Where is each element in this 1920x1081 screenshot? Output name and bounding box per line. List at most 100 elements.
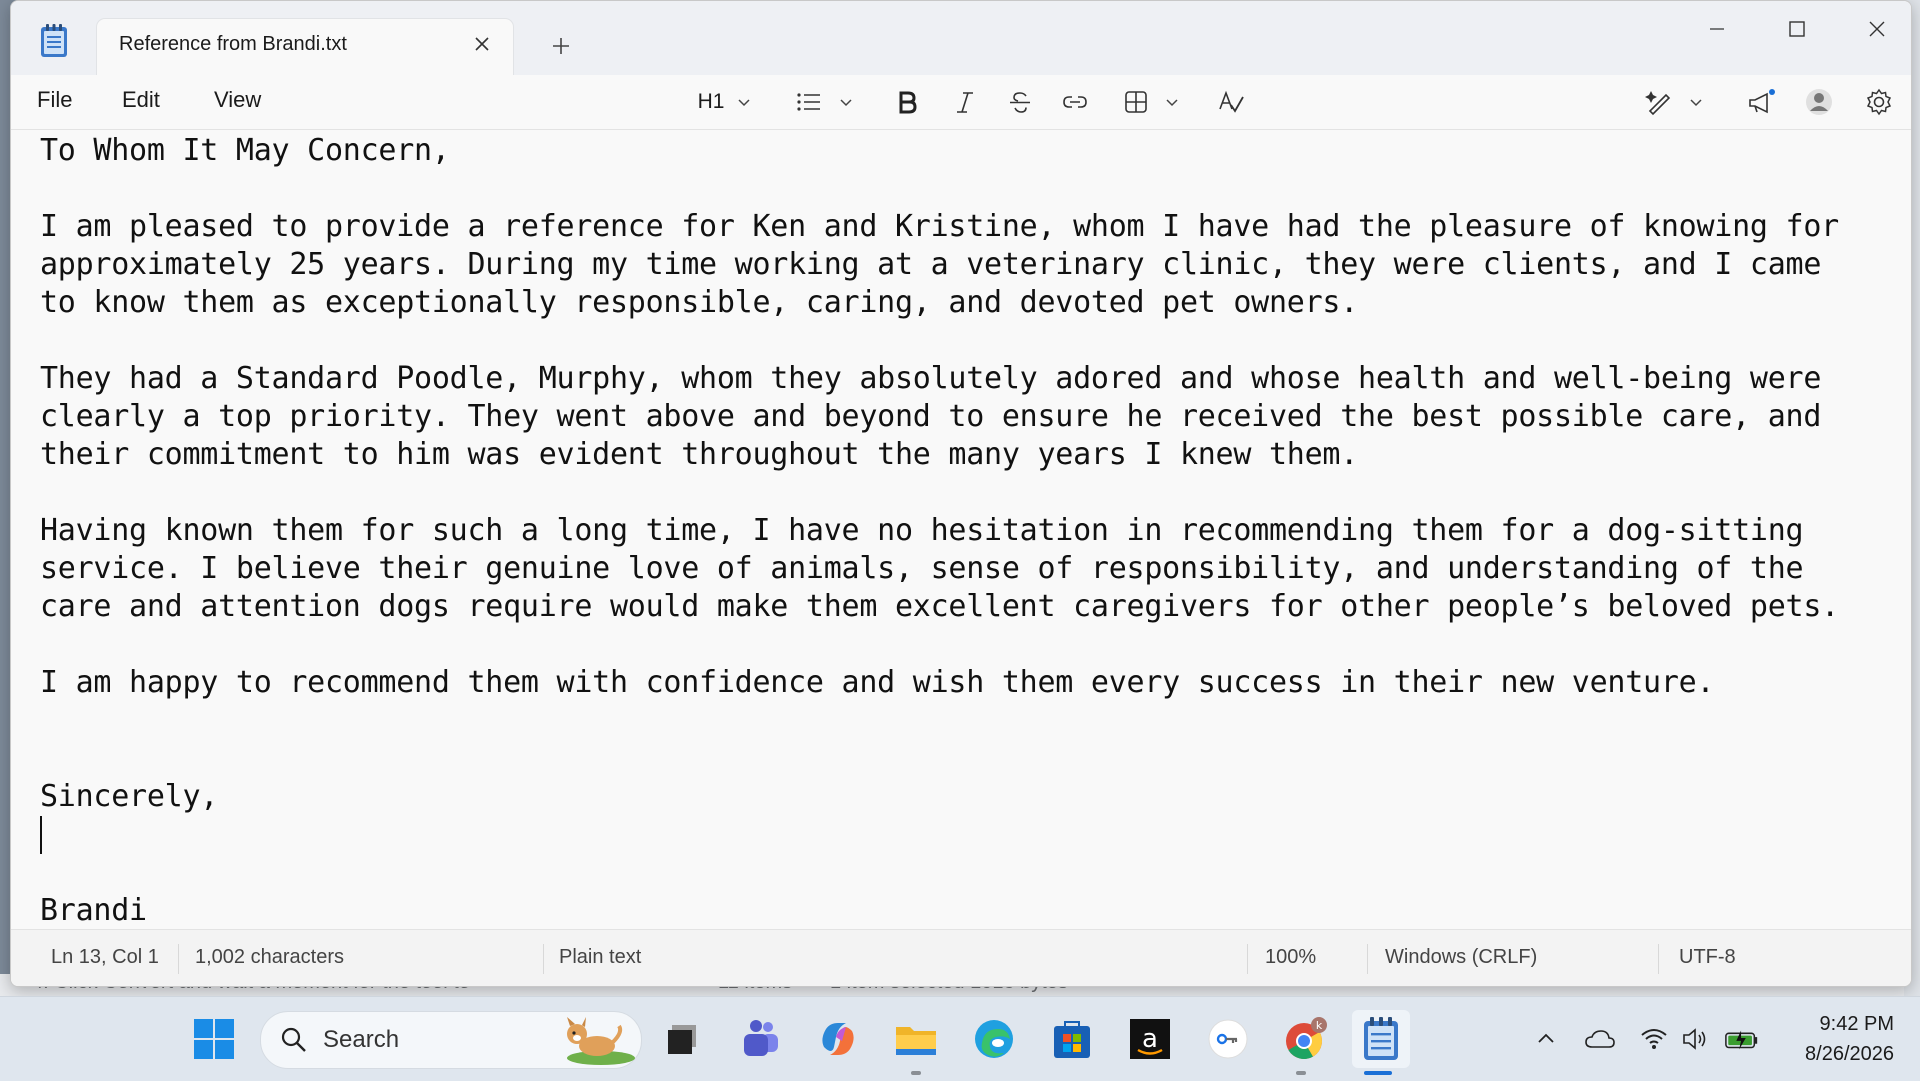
document-line[interactable] xyxy=(40,740,1900,778)
wifi-tray[interactable] xyxy=(1636,1021,1672,1057)
document-line[interactable]: to know them as exceptionally responsibl… xyxy=(40,284,1900,322)
status-divider xyxy=(1367,944,1368,974)
taskbar-search-box[interactable]: Search xyxy=(260,1011,642,1069)
taskbar-notepad[interactable] xyxy=(1352,1010,1410,1068)
status-divider xyxy=(178,944,179,974)
document-line[interactable]: service. I believe their genuine love of… xyxy=(40,550,1900,588)
text-editor-area[interactable]: To Whom It May Concern, I am pleased to … xyxy=(11,130,1911,930)
chevron-up-icon xyxy=(1538,1033,1554,1043)
document-text[interactable]: To Whom It May Concern, I am pleased to … xyxy=(40,132,1900,930)
menu-edit[interactable]: Edit xyxy=(122,87,160,113)
maximize-icon[interactable] xyxy=(1767,11,1827,47)
wifi-icon xyxy=(1641,1029,1667,1049)
cursor-position[interactable]: Ln 13, Col 1 xyxy=(51,946,159,969)
document-line[interactable]: They had a Standard Poodle, Murphy, whom… xyxy=(40,360,1900,398)
copilot-rewrite-dropdown[interactable] xyxy=(1639,85,1711,119)
text-caret xyxy=(40,816,42,854)
edge-browser-icon xyxy=(975,1020,1013,1058)
document-line[interactable] xyxy=(40,854,1900,892)
heading-dropdown[interactable]: H1 xyxy=(691,85,761,119)
svg-text:a: a xyxy=(1142,1024,1158,1054)
tab-document[interactable]: Reference from Brandi.txt xyxy=(97,19,513,77)
document-line[interactable] xyxy=(40,474,1900,512)
list-dropdown[interactable] xyxy=(789,85,861,119)
new-tab-icon[interactable] xyxy=(546,31,576,61)
document-line[interactable]: Sincerely, xyxy=(40,778,1900,816)
chrome-profile-badge: k xyxy=(1316,1019,1323,1032)
status-divider xyxy=(543,944,544,974)
speaker-icon xyxy=(1683,1028,1706,1050)
format-mode[interactable]: Plain text xyxy=(559,946,641,969)
document-line[interactable]: care and attention dogs require would ma… xyxy=(40,588,1900,626)
italic-icon xyxy=(957,92,973,113)
table-dropdown[interactable] xyxy=(1117,85,1187,119)
link-button[interactable] xyxy=(1057,85,1093,119)
document-line[interactable]: I am happy to recommend them with confid… xyxy=(40,664,1900,702)
strikethrough-button[interactable] xyxy=(1002,85,1038,119)
document-line[interactable]: approximately 25 years. During my time w… xyxy=(40,246,1900,284)
account-button[interactable] xyxy=(1799,85,1839,119)
minimize-icon[interactable] xyxy=(1687,11,1747,47)
document-line[interactable] xyxy=(40,322,1900,360)
notepad-active-indicator xyxy=(1364,1071,1392,1075)
spellcheck-button[interactable] xyxy=(1211,85,1251,119)
taskbar-teams[interactable] xyxy=(734,1013,786,1065)
zoom-level[interactable]: 100% xyxy=(1265,946,1316,969)
document-line[interactable]: Brandi xyxy=(40,892,1900,930)
taskbar-file-explorer[interactable] xyxy=(890,1013,942,1065)
volume-tray[interactable] xyxy=(1678,1021,1714,1057)
encoding[interactable]: UTF-8 xyxy=(1679,946,1736,969)
taskbar-edge[interactable] xyxy=(968,1013,1020,1065)
onedrive-tray[interactable] xyxy=(1582,1021,1618,1057)
document-line[interactable]: I am pleased to provide a reference for … xyxy=(40,208,1900,246)
status-divider xyxy=(1658,944,1659,974)
folder-icon xyxy=(896,1027,936,1055)
document-line[interactable]: clearly a top priority. They went above … xyxy=(40,398,1900,436)
bold-button[interactable] xyxy=(889,85,925,119)
taskbar-amazon[interactable]: a xyxy=(1124,1013,1176,1065)
menu-toolbar-bar: File Edit View H1 xyxy=(11,75,1911,130)
document-line[interactable] xyxy=(40,816,1900,854)
italic-button[interactable] xyxy=(947,85,983,119)
search-placeholder: Search xyxy=(323,1026,400,1053)
taskbar-microsoft-store[interactable] xyxy=(1046,1013,1098,1065)
bullet-list-icon xyxy=(797,93,820,111)
document-line[interactable] xyxy=(40,702,1900,740)
bold-icon xyxy=(899,91,917,114)
link-icon xyxy=(1063,96,1087,108)
start-button[interactable] xyxy=(188,1013,240,1065)
character-count: 1,002 characters xyxy=(195,946,344,968)
menu-view[interactable]: View xyxy=(214,87,261,113)
menu-file[interactable]: File xyxy=(37,87,72,113)
close-window-icon[interactable] xyxy=(1847,11,1907,47)
whats-new-button[interactable] xyxy=(1741,85,1781,119)
settings-button[interactable] xyxy=(1859,85,1899,119)
teams-icon xyxy=(744,1020,778,1056)
document-line[interactable]: their commitment to him was evident thro… xyxy=(40,436,1900,474)
copilot-icon xyxy=(822,1023,854,1055)
line-ending[interactable]: Windows (CRLF) xyxy=(1385,946,1537,969)
taskbar-password-app[interactable] xyxy=(1202,1013,1254,1065)
document-line[interactable] xyxy=(40,170,1900,208)
show-hidden-icons-button[interactable] xyxy=(1528,1021,1564,1057)
heading-label: H1 xyxy=(697,90,725,113)
document-line[interactable] xyxy=(40,626,1900,664)
taskbar: Search a k 9:42 PM 8/26/2026 xyxy=(0,996,1920,1081)
windows-logo-icon xyxy=(194,1019,234,1059)
task-view-icon xyxy=(668,1025,696,1054)
clock-date: 8/26/2026 xyxy=(1805,1043,1894,1065)
gear-icon xyxy=(1866,88,1892,116)
document-line[interactable]: To Whom It May Concern, xyxy=(40,132,1900,170)
battery-tray[interactable] xyxy=(1724,1021,1760,1057)
strikethrough-icon xyxy=(1010,92,1030,113)
key-app-icon xyxy=(1208,1019,1248,1059)
chevron-down-icon xyxy=(738,99,750,107)
close-tab-icon[interactable] xyxy=(467,29,497,59)
taskbar-chrome[interactable]: k xyxy=(1280,1013,1332,1065)
taskbar-task-view[interactable] xyxy=(656,1013,708,1065)
cloud-icon xyxy=(1585,1030,1615,1048)
megaphone-icon xyxy=(1749,89,1775,114)
taskbar-clock[interactable]: 9:42 PM 8/26/2026 xyxy=(1764,1009,1894,1069)
taskbar-copilot[interactable] xyxy=(812,1013,864,1065)
document-line[interactable]: Having known them for such a long time, … xyxy=(40,512,1900,550)
